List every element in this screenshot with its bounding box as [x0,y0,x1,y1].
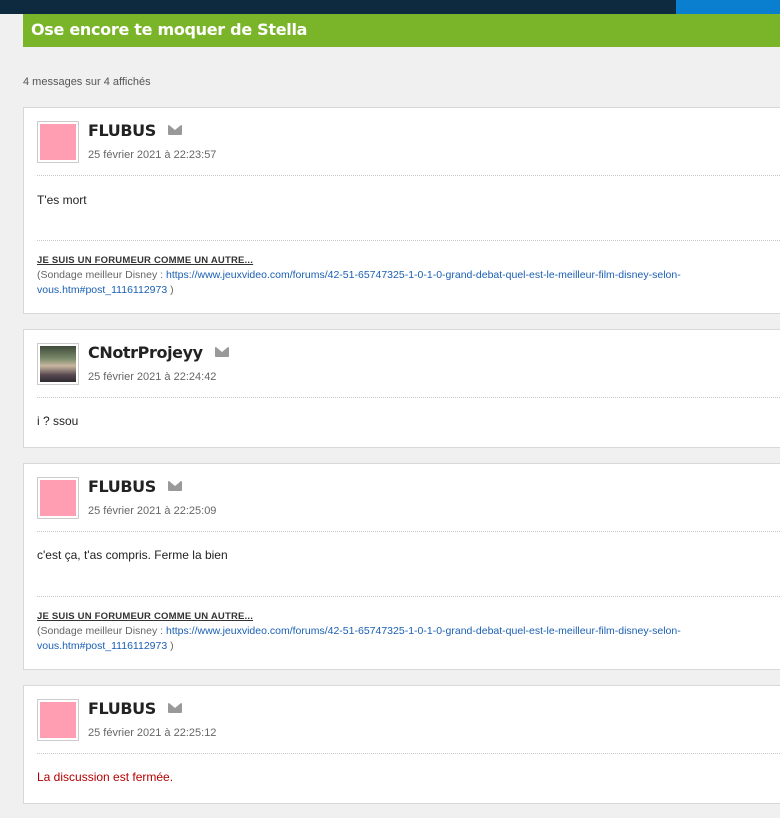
avatar[interactable] [37,477,79,519]
signature-suffix: ) [167,284,174,296]
post-author[interactable]: CNotrProjeyy [88,343,229,362]
post-date[interactable]: 25 février 2021 à 22:24:42 [88,371,216,383]
signature-prefix: (Sondage meilleur Disney : [37,269,166,281]
signature-heading[interactable]: JE SUIS UN FORUMEUR COMME UN AUTRE... [37,253,720,268]
post: FLUBUS 25 février 2021 à 22:23:57 T'es m… [23,107,780,314]
post-message: T'es mort [37,193,87,207]
divider [37,397,780,398]
post: FLUBUS 25 février 2021 à 22:25:09 c'est … [23,463,780,670]
post-signature: JE SUIS UN FORUMEUR COMME UN AUTRE... (S… [37,609,720,654]
divider [37,753,780,754]
post-author[interactable]: FLUBUS [88,699,182,718]
topic-title-bar: Ose encore te moquer de Stella [23,14,780,47]
top-navigation-bar [0,0,780,14]
message-count: 4 messages sur 4 affichés [23,76,151,88]
closed-notice: La discussion est fermée. [37,770,174,784]
divider [37,531,780,532]
avatar[interactable] [37,121,79,163]
post-author[interactable]: FLUBUS [88,121,182,140]
post-date[interactable]: 25 février 2021 à 22:23:57 [88,149,216,161]
top-bar-accent [676,0,780,14]
signature-suffix: ) [167,640,174,652]
post-signature: JE SUIS UN FORUMEUR COMME UN AUTRE... (S… [37,253,720,298]
avatar[interactable] [37,343,79,385]
topic-title: Ose encore te moquer de Stella [31,20,308,39]
divider [37,175,780,176]
divider [37,240,780,241]
divider [37,596,780,597]
mail-icon[interactable] [214,346,229,357]
post-message: c'est ça, t'as compris. Ferme la bien [37,548,228,562]
signature-heading[interactable]: JE SUIS UN FORUMEUR COMME UN AUTRE... [37,609,720,624]
post-message: i ? ssou [37,414,79,428]
signature-prefix: (Sondage meilleur Disney : [37,625,166,637]
mail-icon[interactable] [167,124,182,135]
post-date[interactable]: 25 février 2021 à 22:25:12 [88,727,216,739]
post-author[interactable]: FLUBUS [88,477,182,496]
avatar[interactable] [37,699,79,741]
post-date[interactable]: 25 février 2021 à 22:25:09 [88,505,216,517]
post: CNotrProjeyy 25 février 2021 à 22:24:42 … [23,329,780,448]
post: FLUBUS 25 février 2021 à 22:25:12 La dis… [23,685,780,804]
mail-icon[interactable] [167,480,182,491]
mail-icon[interactable] [167,702,182,713]
